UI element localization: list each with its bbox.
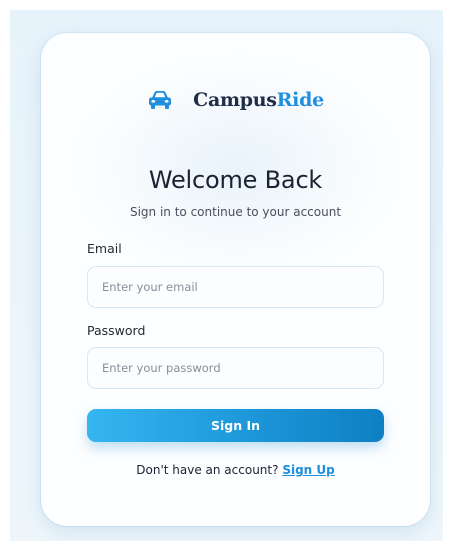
email-input[interactable] <box>87 266 384 308</box>
brand-name-part1: Campus <box>193 89 277 111</box>
brand-logo: CampusRide <box>41 89 430 111</box>
signup-prompt-text: Don't have an account? <box>136 463 279 477</box>
brand-name: CampusRide <box>193 89 324 111</box>
signup-prompt: Don't have an account? Sign Up <box>41 463 430 477</box>
email-label: Email <box>87 241 122 256</box>
page-title: Welcome Back <box>148 166 323 194</box>
sign-in-button[interactable]: Sign In <box>87 409 384 442</box>
car-icon <box>147 89 173 111</box>
page-subtitle: Sign in to continue to your account <box>129 205 342 219</box>
sign-up-link[interactable]: Sign Up <box>282 463 334 477</box>
password-label: Password <box>87 323 146 338</box>
login-card: CampusRide Welcome Back Sign in to conti… <box>41 33 430 526</box>
brand-name-part2: Ride <box>276 89 324 111</box>
password-input[interactable] <box>87 347 384 389</box>
